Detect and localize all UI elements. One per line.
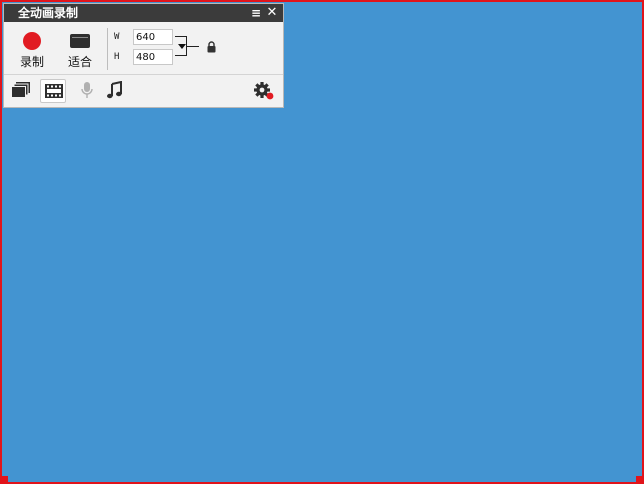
fit-label: 适合 (67, 55, 92, 69)
record-button[interactable]: 录制 (9, 26, 55, 72)
gear-icon[interactable] (250, 79, 276, 103)
menu-icon[interactable]: ≡ (249, 4, 263, 22)
recorder-panel: 全动画录制 ≡ ✕ 录制 适合 W H (4, 4, 283, 107)
width-label: W (114, 32, 120, 42)
record-dot-icon (23, 32, 41, 50)
toolbar-bottom (4, 74, 283, 107)
film-strip-icon[interactable] (40, 79, 66, 103)
music-note-icon[interactable] (102, 79, 128, 103)
size-dropdown-chevron-down-icon[interactable] (178, 44, 186, 49)
window-fit-icon (70, 34, 90, 48)
height-field[interactable] (133, 49, 173, 65)
lock-icon[interactable] (206, 41, 217, 53)
resize-handle-bottom-right[interactable] (636, 476, 642, 482)
close-icon[interactable]: ✕ (265, 4, 279, 22)
fit-button[interactable]: 适合 (57, 26, 103, 72)
panel-title: 全动画录制 (18, 6, 79, 20)
toolbar-top: 录制 适合 W H (4, 22, 283, 74)
resize-handle-bottom-left[interactable] (2, 476, 8, 482)
microphone-icon[interactable] (74, 79, 100, 103)
panel-titlebar[interactable]: 全动画录制 ≡ ✕ (4, 4, 283, 22)
height-label: H (114, 52, 120, 62)
width-field[interactable] (133, 29, 173, 45)
toolbar-divider (107, 28, 108, 70)
multiple-windows-icon[interactable] (8, 79, 34, 103)
aspect-link-line (187, 46, 199, 47)
record-label: 录制 (19, 55, 44, 69)
